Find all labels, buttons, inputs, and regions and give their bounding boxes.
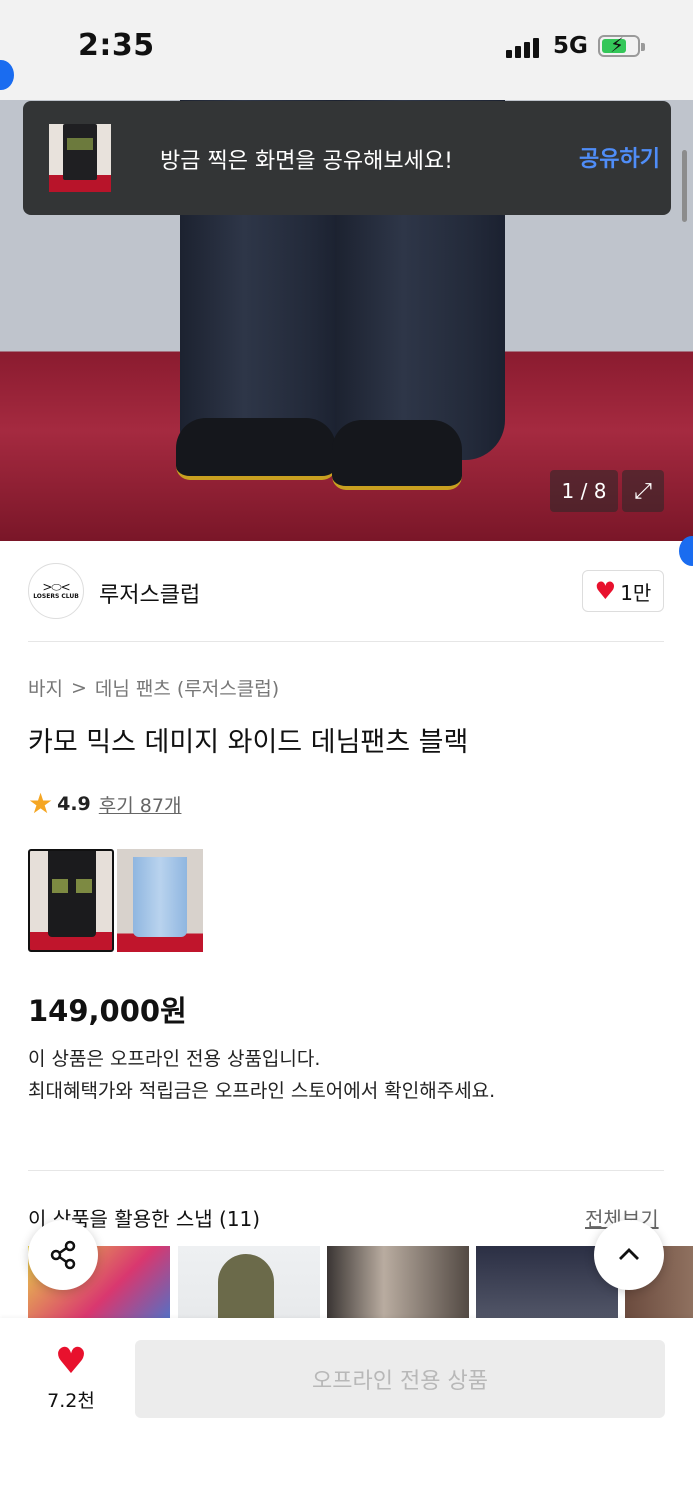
divider (28, 641, 664, 642)
product-price: 149,000원 (28, 994, 187, 1028)
chevron-up-icon (619, 1248, 639, 1260)
rating-row[interactable]: ★ 4.9 후기 87개 (28, 790, 181, 818)
breadcrumb-category[interactable]: 바지 (28, 674, 63, 701)
offline-notice: 이 상품은 오프라인 전용 상품입니다. 최대혜택가와 적립금은 오프라인 스토… (28, 1043, 495, 1107)
boot-right (332, 420, 462, 490)
image-counter: 1 / 8 (550, 470, 618, 512)
snap-thumbnail[interactable] (178, 1246, 320, 1318)
heart-icon: ♥ (594, 577, 617, 605)
wishlist-count: 7.2천 (47, 1390, 95, 1412)
breadcrumb-subcategory[interactable]: 데님 팬츠 (루저스클럽) (95, 674, 279, 701)
brand-like-count: 1만 (620, 580, 652, 605)
scrollbar[interactable] (682, 150, 687, 222)
bottom-action-bar: ♥ 7.2천 오프라인 전용 상품 (0, 1318, 693, 1500)
star-icon: ★ (28, 787, 54, 820)
toast-share-button[interactable]: 공유하기 (579, 141, 660, 173)
boot-left (176, 418, 336, 480)
product-title: 카모 믹스 데미지 와이드 데님팬츠 블랙 (28, 727, 469, 758)
share-button[interactable] (28, 1220, 98, 1290)
floating-indicator-dot-right[interactable] (679, 536, 693, 566)
expand-icon[interactable]: ⤢ (622, 470, 664, 512)
rating-score: 4.9 (57, 793, 91, 815)
network-label: 5G (553, 33, 588, 59)
signal-icon (506, 36, 539, 58)
snap-thumbnail[interactable] (327, 1246, 469, 1318)
offline-notice-line2: 최대혜택가와 적립금은 오프라인 스토어에서 확인해주세요. (28, 1080, 496, 1102)
toast-message: 방금 찍은 화면을 공유해보세요! (160, 149, 453, 174)
status-time: 2:35 (78, 28, 155, 63)
breadcrumb: 바지 > 데님 팬츠 (루저스클럽) (28, 674, 279, 701)
offline-notice-line1: 이 상품은 오프라인 전용 상품입니다. (28, 1048, 321, 1070)
offline-only-button: 오프라인 전용 상품 (135, 1340, 665, 1418)
wishlist-button[interactable]: ♥ 7.2천 (40, 1342, 102, 1413)
scroll-top-button[interactable] (594, 1220, 664, 1290)
status-bar: 2:35 5G ⚡ (0, 0, 693, 100)
heart-icon: ♥ (54, 1341, 88, 1382)
brand-like-button[interactable]: ♥ 1만 (582, 570, 664, 612)
color-option-black[interactable] (28, 849, 114, 952)
brand-logo-text: LOSERS CLUB (33, 593, 79, 600)
toast-thumbnail (49, 124, 111, 192)
brand-logo[interactable]: >⬭< LOSERS CLUB (28, 563, 84, 619)
reviews-link[interactable]: 후기 87개 (99, 791, 182, 818)
brand-logo-mark: >⬭< (42, 580, 70, 594)
color-option-light-blue[interactable] (117, 849, 203, 952)
chevron-right-icon: > (70, 676, 87, 699)
brand-name[interactable]: 루저스클럽 (99, 577, 200, 609)
divider (28, 1170, 664, 1171)
share-toast: 방금 찍은 화면을 공유해보세요! 공유하기 (23, 101, 671, 215)
share-icon (50, 1240, 76, 1270)
battery-icon: ⚡ (598, 33, 645, 57)
